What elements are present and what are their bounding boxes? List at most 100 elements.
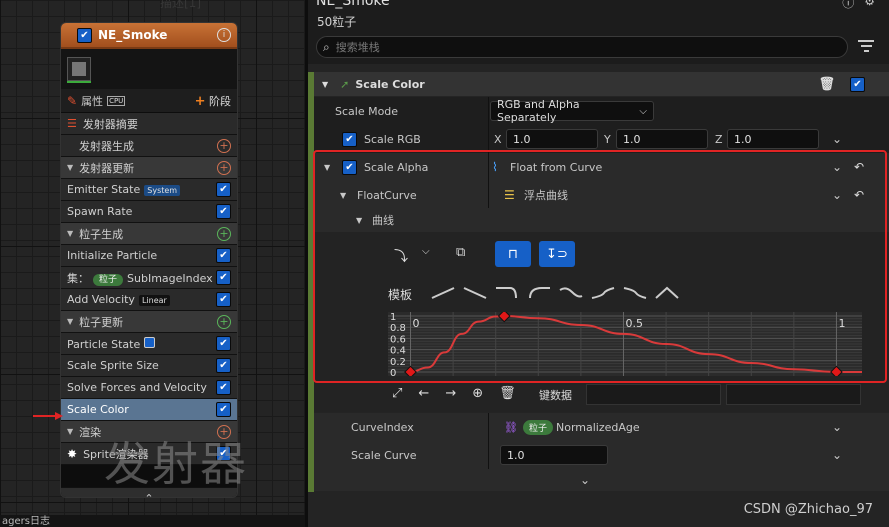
curve-key-point[interactable]	[830, 365, 843, 376]
arrow-right-icon[interactable]: →	[445, 386, 456, 401]
node-enable-checkbox[interactable]: ✔	[77, 27, 92, 43]
module-enable-checkbox[interactable]: ✔	[850, 76, 865, 92]
key-time-field[interactable]	[586, 384, 721, 405]
item-enable-checkbox[interactable]: ✔	[216, 204, 231, 219]
item-enable-checkbox[interactable]: ✔	[216, 358, 231, 373]
collapse-triangle-icon[interactable]: ▼	[67, 229, 73, 238]
chevron-down-icon[interactable]: ⌄	[832, 160, 842, 174]
node-header[interactable]: ✔ NE_Smoke i	[61, 23, 237, 49]
scale-rgb-checkbox[interactable]: ✔	[342, 131, 357, 147]
arrow-left-icon[interactable]: ←	[418, 386, 429, 401]
template-smooth-down-icon[interactable]	[556, 284, 588, 302]
search-input[interactable]: ⌕ 搜索堆栈	[316, 36, 848, 58]
expand-more-icon[interactable]: ⌄	[580, 473, 590, 487]
column-separator	[488, 441, 489, 469]
scale-color-module-header[interactable]: ▼ ➚ Scale Color 🗑 ✔	[314, 72, 889, 96]
node-item-0[interactable]: ☰ 发射器摘要	[61, 113, 237, 135]
scale-curve-field[interactable]: 1.0	[500, 445, 608, 465]
item-enable-checkbox[interactable]: ✔	[216, 182, 231, 197]
collapse-triangle-icon[interactable]: ▼	[67, 317, 73, 326]
node-item-1[interactable]: 发射器生成 +	[61, 135, 237, 157]
collapse-triangle-icon[interactable]: ▼	[324, 163, 330, 172]
scale-mode-dropdown[interactable]: RGB and Alpha Separately ⌵	[490, 98, 654, 124]
emitter-node[interactable]: ✔ NE_Smoke i ✎ 属性 CPU + 阶段 ☰ 发射器摘要 发射器生成 + ▼…	[60, 22, 238, 498]
key-data-label: 键数据	[539, 389, 572, 402]
node-item-5[interactable]: ▼ 粒子生成 +	[61, 223, 237, 245]
add-stage-button[interactable]: + 阶段	[195, 93, 231, 109]
curve-key-point[interactable]	[404, 365, 417, 376]
node-item-10[interactable]: Particle State ✔	[61, 333, 237, 355]
node-item-11[interactable]: Scale Sprite Size ✔	[61, 355, 237, 377]
rgb-z-field[interactable]: 1.0	[727, 129, 819, 149]
collapse-triangle-icon[interactable]: ▼	[356, 216, 362, 225]
template-s-up-icon[interactable]	[588, 284, 620, 302]
thumbnail[interactable]	[67, 57, 91, 83]
item-enable-checkbox[interactable]: ✔	[216, 336, 231, 351]
delete-key-icon[interactable]: 🗑	[499, 386, 516, 401]
template-bell-icon[interactable]	[652, 284, 684, 302]
float-curve-value[interactable]: 浮点曲线	[524, 187, 568, 203]
curve-index-value[interactable]: NormalizedAge	[556, 421, 640, 434]
template-linear-up-icon[interactable]	[428, 284, 460, 302]
node-item-3[interactable]: Emitter State System ✔	[61, 179, 237, 201]
pre-infinity-extrap-button[interactable]: ⊓	[495, 241, 531, 267]
item-enable-checkbox[interactable]: ✔	[216, 270, 231, 285]
info-icon[interactable]: i	[217, 28, 231, 42]
node-item-9[interactable]: ▼ 粒子更新 +	[61, 311, 237, 333]
expand-icon[interactable]: ⤢	[392, 386, 402, 401]
item-text: Add Velocity	[67, 293, 135, 306]
properties-row[interactable]: ✎ 属性 CPU + 阶段	[61, 89, 237, 113]
node-item-13[interactable]: Scale Color ✔	[61, 399, 237, 421]
info-icon[interactable]: ⓘ	[842, 0, 854, 11]
node-item-6[interactable]: Initialize Particle ✔	[61, 245, 237, 267]
template-s-down-icon[interactable]	[620, 284, 652, 302]
template-list	[428, 284, 684, 302]
node-item-12[interactable]: Solve Forces and Velocity ✔	[61, 377, 237, 399]
rgb-x-field[interactable]: 1.0	[506, 129, 598, 149]
scale-alpha-checkbox[interactable]: ✔	[342, 159, 357, 175]
curve-key-point[interactable]	[497, 312, 511, 323]
item-enable-checkbox[interactable]: ✔	[216, 380, 231, 395]
item-enable-checkbox[interactable]: ✔	[216, 292, 231, 307]
import-icon[interactable]: ⤵	[394, 246, 408, 266]
open-external-icon[interactable]: ⧉	[456, 245, 465, 260]
log-tab[interactable]: agers日志	[0, 515, 305, 527]
collapse-triangle-icon[interactable]: ▼	[322, 80, 328, 89]
template-linear-down-icon[interactable]	[460, 284, 492, 302]
chevron-down-icon[interactable]: ⌵	[422, 246, 430, 257]
node-item-8[interactable]: Add Velocity Linear ✔	[61, 289, 237, 311]
rgb-y-field[interactable]: 1.0	[616, 129, 708, 149]
collapse-triangle-icon[interactable]: ▼	[67, 427, 73, 436]
reset-icon[interactable]: ↶	[854, 188, 864, 202]
node-item-4[interactable]: Spawn Rate ✔	[61, 201, 237, 223]
add-module-icon[interactable]: +	[217, 226, 231, 241]
expand-chevron-icon[interactable]: ⌄	[832, 132, 842, 146]
key-value-field[interactable]	[726, 384, 861, 405]
template-ease-out-icon[interactable]	[492, 284, 524, 302]
scale-alpha-value[interactable]: Float from Curve	[510, 161, 602, 174]
chevron-down-icon[interactable]: ⌄	[832, 448, 842, 462]
item-enable-checkbox[interactable]: ✔	[216, 248, 231, 263]
collapse-triangle-icon[interactable]: ▼	[340, 191, 346, 200]
graph-canvas[interactable]: 描述[1] ✔ NE_Smoke i ✎ 属性 CPU + 阶段 ☰ 发射器摘要发…	[0, 0, 305, 515]
scale-curve-row: Scale Curve 1.0 ⌄	[314, 441, 889, 469]
item-enable-checkbox[interactable]: ✔	[216, 402, 231, 417]
scale-mode-row: Scale Mode RGB and Alpha Separately ⌵	[314, 97, 889, 125]
node-item-7[interactable]: 集： 粒子 SubImageIndex ✔	[61, 267, 237, 289]
collapse-triangle-icon[interactable]: ▼	[67, 163, 73, 172]
template-ease-in-icon[interactable]	[524, 284, 556, 302]
post-infinity-extrap-button[interactable]: ↧⊃	[539, 241, 575, 267]
node-item-2[interactable]: ▼ 发射器更新 +	[61, 157, 237, 179]
settings-icon[interactable]: ⚙	[864, 0, 875, 11]
chevron-down-icon[interactable]: ⌄	[832, 188, 842, 202]
filter-icon[interactable]	[858, 40, 874, 54]
add-module-icon[interactable]: +	[217, 138, 231, 153]
curve-chart[interactable]: 10.80.60.40.200 0.5 1	[388, 312, 862, 376]
add-module-icon[interactable]: +	[217, 160, 231, 175]
delete-icon[interactable]: 🗑	[818, 77, 835, 92]
add-key-icon[interactable]: ⊕	[472, 386, 483, 401]
reset-icon[interactable]: ↶	[854, 160, 864, 174]
y-tick-label: 0	[390, 368, 396, 376]
add-module-icon[interactable]: +	[217, 314, 231, 329]
chevron-down-icon[interactable]: ⌄	[832, 420, 842, 434]
